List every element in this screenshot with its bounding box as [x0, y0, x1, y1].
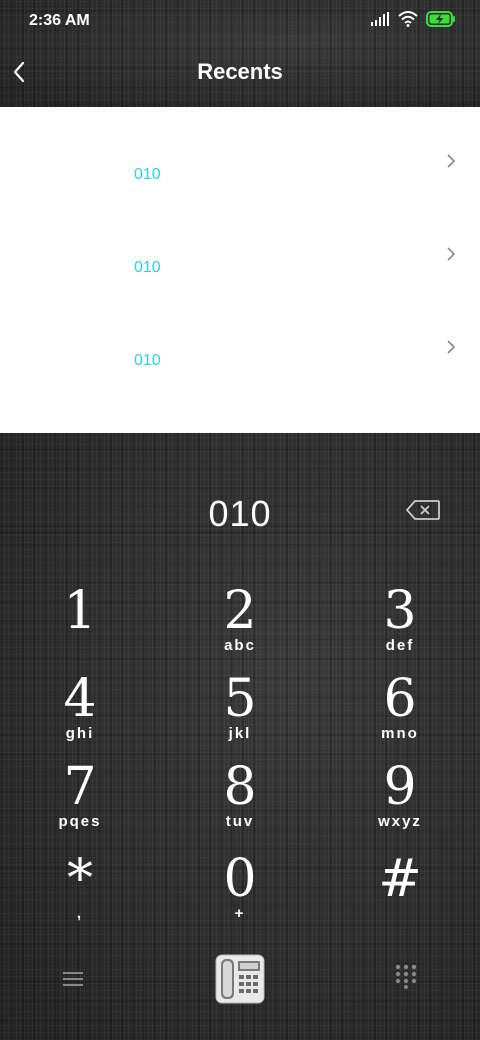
key-digit: 2 [223, 581, 257, 641]
key-digit: 9 [383, 757, 417, 817]
battery-charging-icon [426, 11, 456, 32]
list-item[interactable]: 010 [0, 300, 480, 393]
key-letters: ghi [65, 725, 95, 742]
telephone-icon [215, 954, 265, 1004]
status-icons [370, 11, 456, 32]
top-bar: 2:36 AM Recents [0, 0, 480, 107]
page-title: Recents [197, 59, 283, 84]
key-8[interactable]: 8 tuv [180, 759, 300, 830]
key-digit: 3 [383, 581, 417, 641]
key-3[interactable]: 3 def [340, 583, 460, 654]
key-7[interactable]: 7 pqes [20, 759, 140, 830]
recent-number: 010 [134, 352, 161, 369]
key-6[interactable]: 6 mno [340, 671, 460, 742]
key-5[interactable]: 5 jkl [180, 671, 300, 742]
key-digit: 1 [63, 581, 97, 641]
status-time: 2:36 AM [29, 12, 90, 29]
menu-icon [63, 972, 83, 986]
key-letters: def [385, 637, 415, 654]
dial-display: 010 [0, 433, 480, 534]
backspace-icon [405, 500, 440, 520]
key-letters: + [234, 905, 246, 922]
key-letters: , [76, 905, 84, 922]
key-9[interactable]: 9 wxyz [340, 759, 460, 830]
key-star[interactable]: * , [20, 851, 140, 922]
key-letters: tuv [225, 813, 255, 830]
call-button[interactable] [212, 951, 268, 1007]
wifi-icon [398, 11, 418, 32]
key-digit: # [378, 849, 422, 909]
list-item[interactable] [0, 393, 480, 433]
key-letters: pqes [58, 813, 102, 830]
key-4[interactable]: 4 ghi [20, 671, 140, 742]
key-letters: wxyz [378, 813, 422, 830]
key-1[interactable]: 1 [20, 581, 140, 641]
key-digit: 8 [223, 757, 257, 817]
menu-button[interactable] [60, 969, 86, 989]
chevron-right-icon [447, 247, 456, 261]
key-0[interactable]: 0 + [180, 851, 300, 922]
key-letters: mno [381, 725, 419, 742]
key-digit: 0 [223, 849, 257, 909]
recents-list: 010 010 010 [0, 107, 480, 433]
key-digit: * [67, 849, 93, 909]
chevron-right-icon [447, 340, 456, 354]
key-hash[interactable]: # [340, 849, 460, 909]
key-letters: jkl [228, 725, 252, 742]
list-item[interactable]: 010 [0, 114, 480, 207]
key-digit: 4 [63, 669, 97, 729]
dialer-bottom-bar [0, 941, 480, 1013]
keypad-toggle-button[interactable] [393, 963, 419, 989]
recent-number: 010 [134, 259, 161, 276]
recent-number: 010 [134, 166, 161, 183]
list-item[interactable]: 010 [0, 207, 480, 300]
dialer-panel: 010 1 2 abc 3 def 4 ghi 5 jkl 6 mno 7 pq… [0, 433, 480, 1040]
backspace-button[interactable] [405, 500, 440, 520]
key-letters: abc [224, 637, 256, 654]
chevron-right-icon [447, 154, 456, 168]
signal-icon [370, 12, 390, 31]
keypad-icon [395, 964, 417, 989]
key-digit: 5 [223, 669, 257, 729]
key-2[interactable]: 2 abc [180, 583, 300, 654]
key-digit: 7 [63, 757, 97, 817]
key-digit: 6 [383, 669, 417, 729]
